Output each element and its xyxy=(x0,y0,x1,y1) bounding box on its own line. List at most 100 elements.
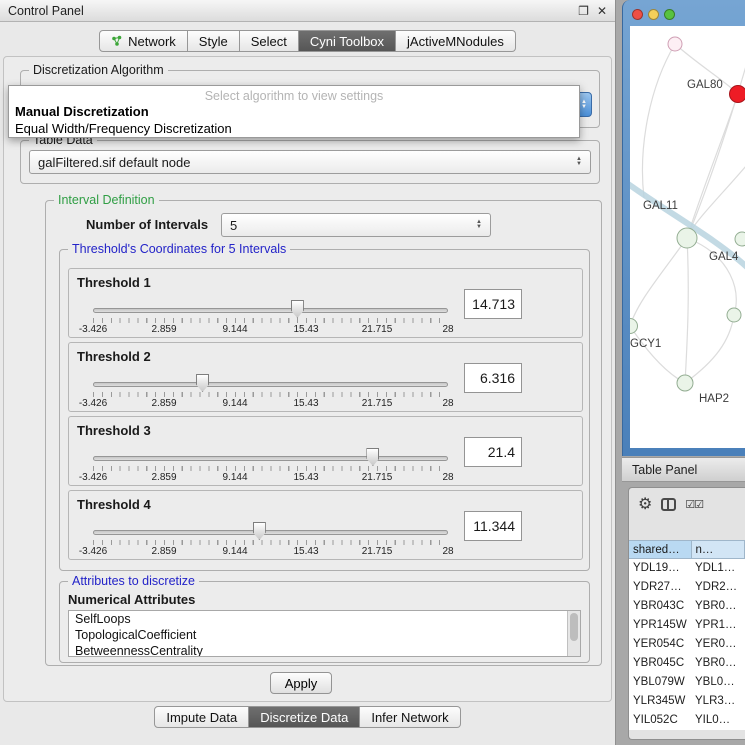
table-toolbar: ⚙ ☑☑ xyxy=(629,488,745,520)
tab-impute-data[interactable]: Impute Data xyxy=(154,706,249,728)
gear-icon[interactable]: ⚙ xyxy=(638,494,652,514)
window-title: Control Panel xyxy=(8,4,84,18)
threshold-3-slider[interactable]: -3.4262.8599.14415.4321.71528 xyxy=(93,447,448,483)
table-row[interactable]: YIL052CYIL0… xyxy=(629,711,745,730)
minimize-traffic-light-icon[interactable] xyxy=(648,9,659,20)
list-item[interactable]: TopologicalCoefficient xyxy=(69,627,580,643)
tab-select[interactable]: Select xyxy=(240,30,299,52)
tab-infer-network[interactable]: Infer Network xyxy=(360,706,460,728)
threshold-1-slider[interactable]: -3.4262.8599.14415.4321.71528 xyxy=(93,299,448,335)
cell[interactable]: YLR345W xyxy=(629,692,691,711)
tab-discretize-data[interactable]: Discretize Data xyxy=(249,706,360,728)
numerical-attributes-label: Numerical Attributes xyxy=(68,592,195,607)
cell[interactable]: YIL0… xyxy=(691,711,745,730)
node-gcy1[interactable] xyxy=(630,319,638,334)
cell[interactable]: YBL079W xyxy=(629,673,691,692)
columns-icon[interactable] xyxy=(661,498,676,511)
cell[interactable]: YBR0… xyxy=(691,597,745,616)
threshold-4-value-field[interactable]: 11.344 xyxy=(464,511,522,541)
scrollbar[interactable] xyxy=(567,611,580,656)
slider-track[interactable] xyxy=(93,382,448,387)
list-item[interactable]: BetweennessCentrality xyxy=(69,643,580,657)
cell[interactable]: YPR1… xyxy=(691,616,745,635)
control-panel-titlebar[interactable]: Control Panel ❐ ✕ xyxy=(0,0,615,22)
table-data-combo[interactable]: galFiltered.sif default node ▲▼ xyxy=(29,150,591,174)
cell[interactable]: YBR0… xyxy=(691,654,745,673)
table-row[interactable]: YPR145WYPR1… xyxy=(629,616,745,635)
node-green[interactable] xyxy=(735,232,745,246)
column-header-shared-name[interactable]: shared… xyxy=(629,541,691,559)
table-row[interactable]: YBL079WYBL0… xyxy=(629,673,745,692)
tab-network[interactable]: Network xyxy=(99,30,188,52)
apply-button[interactable]: Apply xyxy=(270,672,332,694)
zoom-traffic-light-icon[interactable] xyxy=(664,9,675,20)
node-gal4[interactable] xyxy=(677,228,697,248)
cell[interactable]: YER054C xyxy=(629,635,691,654)
table-row[interactable]: YLR345WYLR3… xyxy=(629,692,745,711)
table-panel-titlebar[interactable]: Table Panel xyxy=(622,457,745,482)
slider-track[interactable] xyxy=(93,308,448,313)
table-row[interactable]: YER054CYER0… xyxy=(629,635,745,654)
cell[interactable]: YDL19… xyxy=(629,559,691,578)
top-tab-bar: Network Style Select Cyni Toolbox jActiv… xyxy=(0,30,615,52)
slider-ticks xyxy=(93,392,448,397)
close-icon[interactable]: ✕ xyxy=(597,4,607,18)
network-edges xyxy=(630,44,745,383)
threshold-1-value-field[interactable]: 14.713 xyxy=(464,289,522,319)
select-columns-icons[interactable]: ☑☑ xyxy=(685,498,703,511)
cell[interactable]: YPR145W xyxy=(629,616,691,635)
slider-handle[interactable] xyxy=(253,522,266,540)
tab-style[interactable]: Style xyxy=(188,30,240,52)
slider-track[interactable] xyxy=(93,456,448,461)
numerical-attributes-list[interactable]: SelfLoops TopologicalCoefficient Between… xyxy=(68,610,581,657)
threshold-3-label: Threshold 3 xyxy=(77,423,151,438)
table-row[interactable]: YBR045CYBR0… xyxy=(629,654,745,673)
dropdown-option-equal-width-frequency[interactable]: Equal Width/Frequency Discretization xyxy=(9,120,579,137)
node-red-selected[interactable] xyxy=(730,86,745,103)
cell[interactable]: YDR2… xyxy=(691,578,745,597)
close-traffic-light-icon[interactable] xyxy=(632,9,643,20)
algorithm-dropdown-popup: Select algorithm to view settings Manual… xyxy=(8,85,580,138)
node-green[interactable] xyxy=(727,308,741,322)
threshold-2-label: Threshold 2 xyxy=(77,349,151,364)
threshold-2-slider[interactable]: -3.4262.8599.14415.4321.71528 xyxy=(93,373,448,409)
node-pink[interactable] xyxy=(668,37,682,51)
threshold-3-panel: Threshold 3 -3.4262.8599.14415.4321.7152… xyxy=(68,416,583,486)
number-of-intervals-combo[interactable]: 5 ▲▼ xyxy=(221,213,491,237)
node-hap2[interactable] xyxy=(677,375,693,391)
slider-handle[interactable] xyxy=(196,374,209,392)
cell[interactable]: YER0… xyxy=(691,635,745,654)
discretization-algorithm-label: Discretization Algorithm xyxy=(29,63,168,77)
threshold-3-value-field[interactable]: 21.4 xyxy=(464,437,522,467)
bottom-tab-bar: Impute Data Discretize Data Infer Networ… xyxy=(0,706,615,728)
scrollbar-thumb[interactable] xyxy=(570,613,578,641)
cell[interactable]: YDR27… xyxy=(629,578,691,597)
cell[interactable]: YBR045C xyxy=(629,654,691,673)
stepper-icon: ▲▼ xyxy=(470,220,482,230)
network-canvas[interactable]: GAL80 GAL11 GAL4 GCY1 HAP2 xyxy=(630,26,745,448)
table-row[interactable]: YDR27…YDR2… xyxy=(629,578,745,597)
threshold-4-slider[interactable]: -3.4262.8599.14415.4321.71528 xyxy=(93,521,448,557)
table-row[interactable]: YBR043CYBR0… xyxy=(629,597,745,616)
float-window-icon[interactable]: ❐ xyxy=(578,4,589,18)
cell[interactable]: YBL0… xyxy=(691,673,745,692)
slider-track[interactable] xyxy=(93,530,448,535)
cell[interactable]: YBR043C xyxy=(629,597,691,616)
tab-cyni-toolbox[interactable]: Cyni Toolbox xyxy=(299,30,396,52)
cell[interactable]: YDL1… xyxy=(691,559,745,578)
tab-label: Infer Network xyxy=(371,710,448,725)
list-item[interactable]: SelfLoops xyxy=(69,611,580,627)
column-header-name[interactable]: n… xyxy=(691,541,745,559)
network-icon xyxy=(111,35,123,47)
dropdown-option-manual-discretization[interactable]: Manual Discretization xyxy=(9,103,579,120)
table-row[interactable]: YDL19…YDL1… xyxy=(629,559,745,578)
threshold-2-value-field[interactable]: 6.316 xyxy=(464,363,522,393)
cell[interactable]: YLR3… xyxy=(691,692,745,711)
thresholds-group: Threshold's Coordinates for 5 Intervals … xyxy=(59,249,590,571)
attributes-group: Attributes to discretize Numerical Attri… xyxy=(59,581,590,663)
slider-handle[interactable] xyxy=(291,300,304,318)
tab-jactivemnodules[interactable]: jActiveMNodules xyxy=(396,30,516,52)
slider-handle[interactable] xyxy=(366,448,379,466)
slider-scale: -3.4262.8599.14415.4321.71528 xyxy=(93,472,448,484)
cell[interactable]: YIL052C xyxy=(629,711,691,730)
